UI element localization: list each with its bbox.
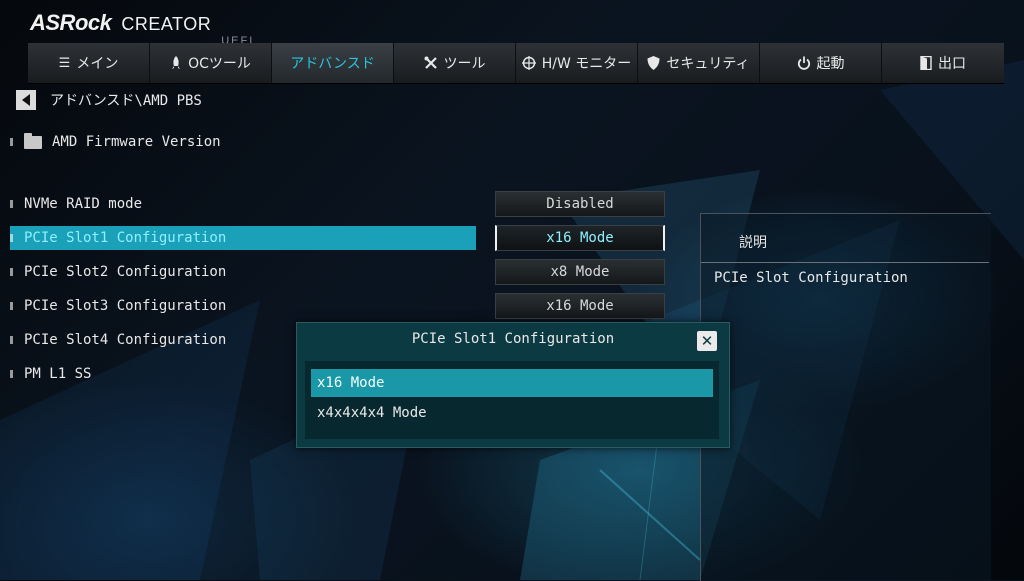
- tab-hw-monitor[interactable]: H/W モニター: [516, 43, 638, 83]
- description-divider: [701, 262, 989, 263]
- setting-label: PM L1 SS: [24, 366, 92, 382]
- setting-label: PCIe Slot2 Configuration: [24, 264, 227, 280]
- main-tab-bar: ☰ メイン OCツール アドバンスド ツール H/W モニター セキュリティ 起…: [28, 43, 1004, 84]
- setting-pcie-slot3-config[interactable]: PCIe Slot3 Configuration: [10, 294, 226, 318]
- tab-oc-tools[interactable]: OCツール: [150, 43, 272, 83]
- pcie-slot2-config-value[interactable]: x8 Mode: [495, 259, 665, 285]
- description-panel: 説明 PCIe Slot Configuration: [700, 213, 991, 581]
- pcie-slot1-config-value[interactable]: x16 Mode: [495, 225, 665, 251]
- option-popup-dialog: PCIe Slot1 Configuration ✕ x16 Mode x4x4…: [296, 322, 730, 448]
- item-bullet: [10, 200, 13, 208]
- item-bullet: [10, 268, 13, 276]
- shield-icon: [647, 56, 660, 70]
- logo-brand: ASRock: [30, 10, 112, 35]
- breadcrumb-path: アドバンスド\AMD PBS: [50, 93, 202, 109]
- power-icon: [797, 56, 811, 70]
- setting-label: PCIe Slot1 Configuration: [24, 230, 227, 246]
- close-icon[interactable]: ✕: [697, 331, 717, 351]
- item-bullet: [10, 138, 13, 146]
- item-bullet: [10, 234, 13, 242]
- exit-door-icon: [920, 56, 932, 70]
- list-icon: ☰: [58, 55, 71, 71]
- tab-main-label: メイン: [76, 56, 119, 72]
- popup-title: PCIe Slot1 Configuration: [411, 331, 615, 347]
- description-text: PCIe Slot Configuration: [714, 270, 908, 286]
- setting-pcie-slot4-config[interactable]: PCIe Slot4 Configuration: [10, 328, 226, 352]
- logo-line: CREATOR: [121, 14, 212, 34]
- setting-label: PCIe Slot3 Configuration: [24, 298, 227, 314]
- firmware-version-label: AMD Firmware Version: [52, 134, 221, 150]
- back-button[interactable]: [16, 90, 36, 110]
- back-arrow-icon: [22, 94, 30, 106]
- tab-security[interactable]: セキュリティ: [638, 43, 760, 83]
- tab-advanced[interactable]: アドバンスド: [272, 43, 394, 83]
- item-bullet: [10, 370, 13, 378]
- setting-pcie-slot2-config[interactable]: PCIe Slot2 Configuration: [10, 260, 226, 284]
- rocket-icon: [170, 56, 182, 70]
- tab-exit[interactable]: 出口: [882, 43, 1004, 83]
- description-title: 説明: [739, 235, 767, 251]
- tab-tools[interactable]: ツール: [394, 43, 516, 83]
- item-bullet: [10, 302, 13, 310]
- tab-exit-label: 出口: [938, 56, 966, 72]
- tab-security-label: セキュリティ: [666, 56, 750, 72]
- crosshair-icon: [521, 56, 536, 70]
- popup-option-list: x16 Mode x4x4x4x4 Mode: [305, 361, 719, 439]
- tab-tools-label: ツール: [443, 56, 486, 72]
- tab-hw-monitor-label: H/W モニター: [541, 56, 632, 72]
- asrock-creator-logo: ASRock CREATOR UEFI: [30, 10, 254, 47]
- pcie-slot3-config-value[interactable]: x16 Mode: [495, 293, 665, 319]
- setting-label: NVMe RAID mode: [24, 196, 143, 212]
- tools-icon: [424, 56, 438, 70]
- tab-boot[interactable]: 起動: [760, 43, 882, 83]
- setting-label: PCIe Slot4 Configuration: [24, 332, 227, 348]
- breadcrumb: アドバンスド\AMD PBS: [16, 90, 202, 110]
- popup-option-x4x4x4x4-mode[interactable]: x4x4x4x4 Mode: [311, 399, 713, 427]
- setting-pcie-slot1-config[interactable]: PCIe Slot1 Configuration: [10, 226, 476, 250]
- popup-option-x16-mode[interactable]: x16 Mode: [311, 369, 713, 397]
- tab-oc-tools-label: OCツール: [188, 56, 251, 72]
- setting-pm-l1-ss[interactable]: PM L1 SS: [10, 362, 91, 386]
- nvme-raid-mode-value[interactable]: Disabled: [495, 191, 665, 217]
- tab-main[interactable]: ☰ メイン: [28, 43, 150, 83]
- tab-boot-label: 起動: [816, 56, 845, 72]
- folder-icon: [24, 132, 42, 149]
- setting-nvme-raid-mode[interactable]: NVMe RAID mode: [10, 192, 142, 216]
- item-bullet: [10, 336, 13, 344]
- firmware-version-item[interactable]: AMD Firmware Version: [10, 130, 221, 154]
- tab-advanced-label: アドバンスド: [290, 56, 375, 72]
